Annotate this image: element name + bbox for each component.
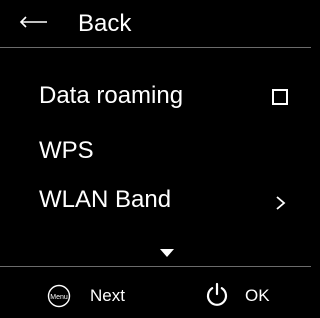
menu-item-label: WLAN Band [39,186,172,213]
back-label[interactable]: Back [78,10,131,38]
back-arrow-icon[interactable] [19,13,61,35]
menu-item-wps[interactable]: WPS [0,129,311,177]
data-roaming-checkbox[interactable] [272,89,288,105]
menu-item-data-roaming[interactable]: Data roaming [0,74,311,122]
device-screen: Back Data roaming WPS WLAN Band Menu Nex… [0,0,311,318]
next-softkey-label[interactable]: Next [90,286,125,306]
header-bar[interactable]: Back [0,0,311,47]
menu-key-icon[interactable]: Menu [47,284,71,308]
menu-item-label: Data roaming [39,82,184,109]
ok-softkey-label[interactable]: OK [245,286,270,306]
header-divider [0,47,311,48]
menu-item-label: WPS [39,137,94,164]
chevron-right-icon [276,196,286,210]
chevron-down-icon [160,249,174,257]
softkey-bar: Menu Next OK [0,267,311,318]
menu-item-wlan-band[interactable]: WLAN Band [0,178,311,226]
power-icon[interactable] [205,282,229,308]
menu-key-text: Menu [50,294,68,301]
